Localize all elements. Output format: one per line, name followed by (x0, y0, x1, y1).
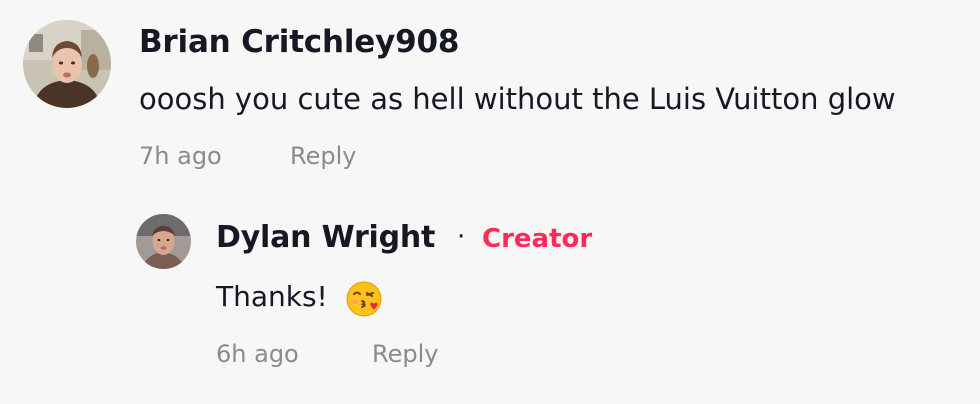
reply-text: Thanks! (216, 280, 328, 313)
reply-button[interactable]: Reply (372, 340, 438, 368)
avatar-photo (136, 214, 191, 269)
face-blowing-a-kiss-icon (345, 280, 383, 318)
reply-avatar[interactable] (136, 214, 191, 269)
avatar[interactable] (23, 20, 111, 108)
avatar-photo (23, 20, 111, 108)
reply-timestamp: 6h ago (216, 340, 299, 368)
comment-text: ooosh you cute as hell without the Luis … (139, 82, 896, 116)
comment-author[interactable]: Brian Critchley908 (139, 24, 459, 60)
comment-thread: Brian Critchley908 ooosh you cute as hel… (0, 0, 980, 404)
creator-badge: Creator (482, 224, 593, 254)
author-separator: · (457, 222, 466, 252)
reply-author[interactable]: Dylan Wright (216, 220, 435, 255)
reply-button[interactable]: Reply (290, 142, 356, 170)
comment-timestamp: 7h ago (139, 142, 222, 170)
